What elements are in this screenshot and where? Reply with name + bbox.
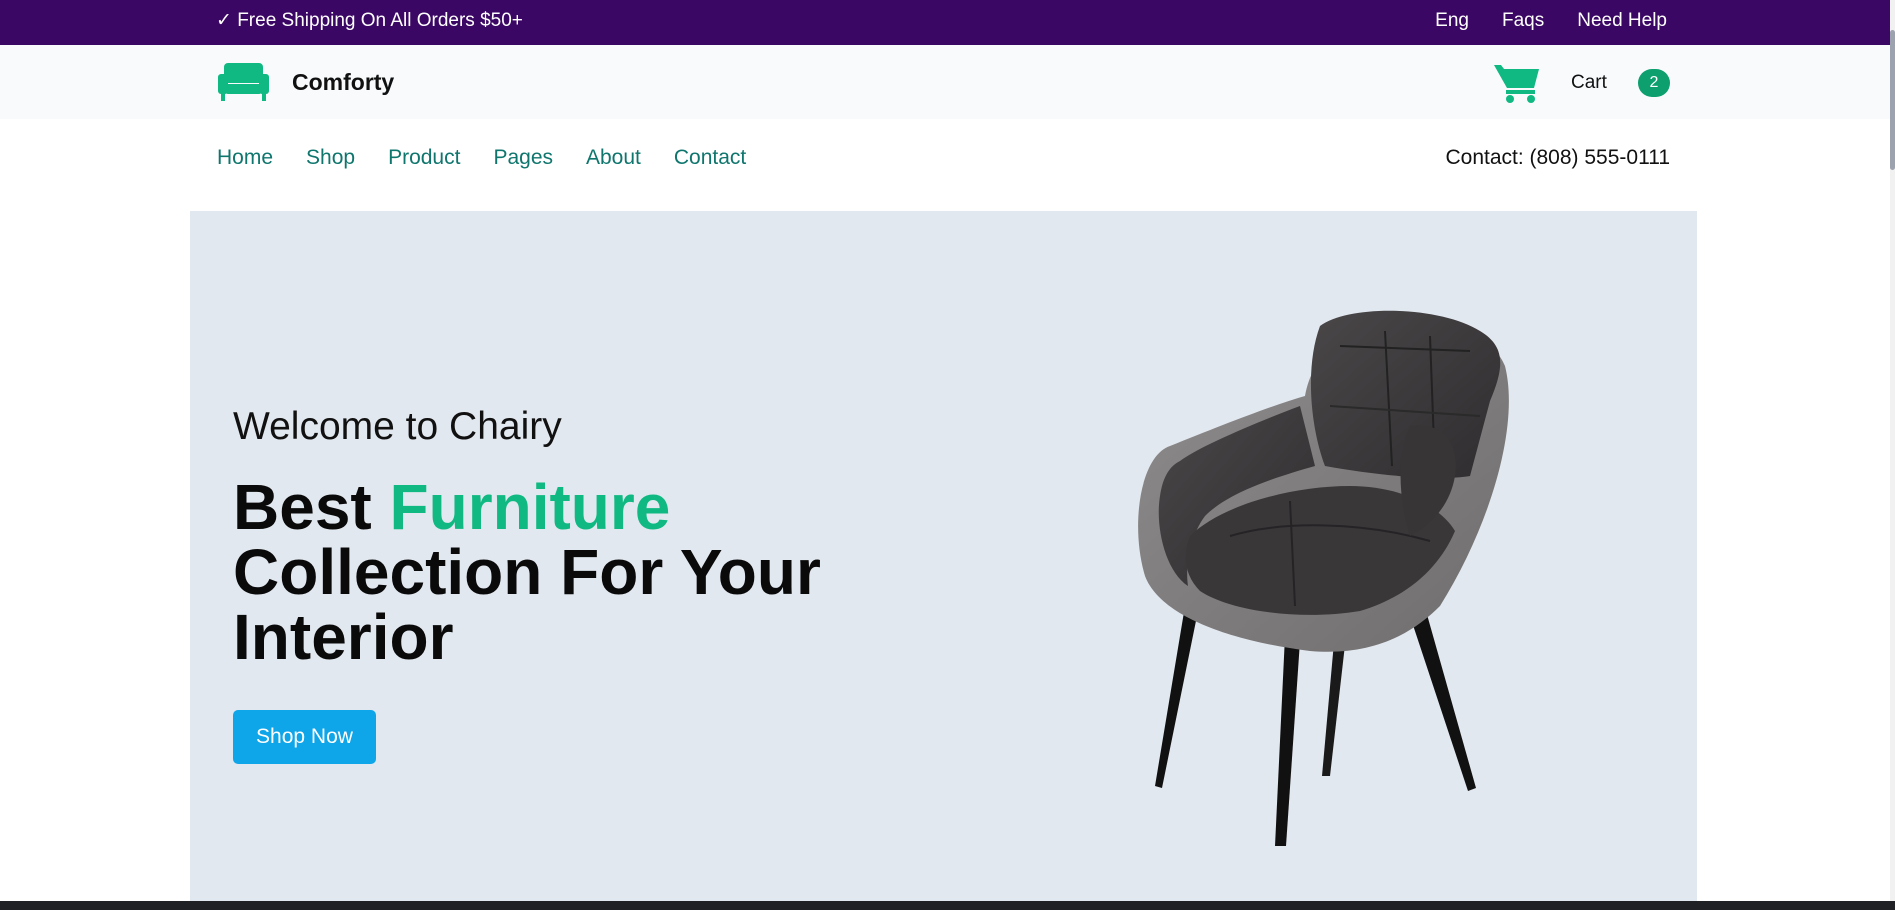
scrollbar-thumb[interactable] bbox=[1890, 30, 1895, 170]
hero-banner: Welcome to Chairy Best Furniture Collecti… bbox=[190, 211, 1697, 910]
topbar-links: Eng Faqs Need Help bbox=[1435, 10, 1667, 32]
headline-part1: Best bbox=[233, 471, 390, 543]
taskbar-strip bbox=[0, 901, 1895, 910]
site-header: Comforty Cart 2 bbox=[0, 45, 1890, 119]
page-scrollbar[interactable] bbox=[1890, 0, 1895, 910]
headline-accent: Furniture bbox=[389, 471, 671, 543]
need-help-link[interactable]: Need Help bbox=[1577, 10, 1667, 32]
cart-count-badge: 2 bbox=[1638, 69, 1670, 97]
armchair-image bbox=[1138, 310, 1509, 846]
brand-name[interactable]: Comforty bbox=[292, 69, 394, 95]
nav-item-shop[interactable]: Shop bbox=[306, 146, 355, 170]
faqs-link[interactable]: Faqs bbox=[1502, 10, 1544, 32]
sofa-icon[interactable] bbox=[217, 62, 270, 102]
announcement-bar: ✓ Free Shipping On All Orders $50+ Eng F… bbox=[0, 0, 1890, 45]
cart-icon[interactable] bbox=[1494, 62, 1540, 104]
nav-item-pages[interactable]: Pages bbox=[493, 146, 553, 170]
free-shipping-text: ✓ Free Shipping On All Orders $50+ bbox=[216, 10, 523, 31]
contact-phone: Contact: (808) 555-0111 bbox=[1445, 146, 1670, 169]
main-nav: Home Shop Product Pages About Contact bbox=[217, 146, 746, 170]
headline-part2: Collection For Your Interior bbox=[233, 536, 821, 673]
hero-headline: Best Furniture Collection For Your Interi… bbox=[233, 475, 913, 670]
nav-item-product[interactable]: Product bbox=[388, 146, 460, 170]
nav-item-home[interactable]: Home bbox=[217, 146, 273, 170]
cart-label[interactable]: Cart bbox=[1571, 72, 1607, 94]
language-link[interactable]: Eng bbox=[1435, 10, 1469, 32]
hero-welcome: Welcome to Chairy bbox=[233, 405, 562, 448]
nav-item-contact[interactable]: Contact bbox=[674, 146, 746, 170]
shop-now-button[interactable]: Shop Now bbox=[233, 710, 376, 764]
nav-item-about[interactable]: About bbox=[586, 146, 641, 170]
